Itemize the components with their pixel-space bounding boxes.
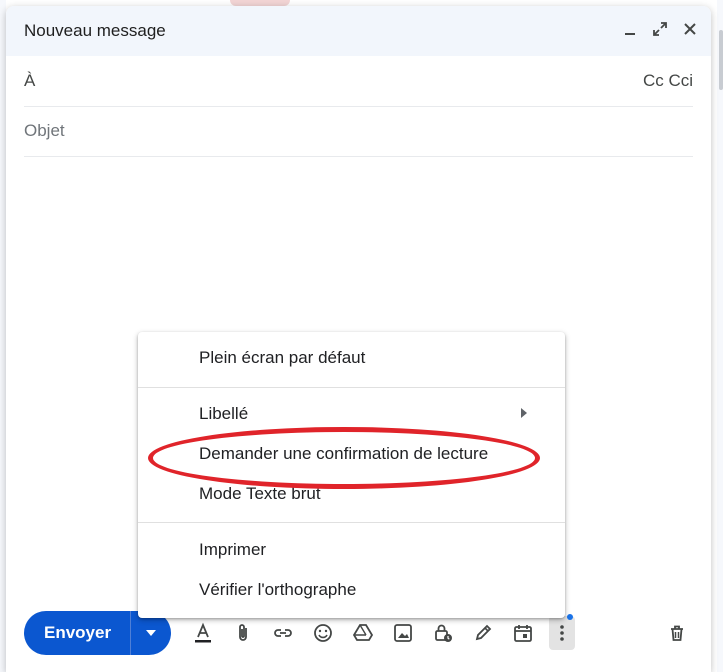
menu-separator [138, 522, 565, 523]
menu-separator [138, 387, 565, 388]
signature-pen-icon[interactable] [463, 615, 503, 651]
menu-item-label: Libellé [199, 404, 249, 423]
emoji-icon[interactable] [303, 615, 343, 651]
menu-item-label: Plein écran par défaut [199, 348, 366, 367]
more-options-menu: Plein écran par défaut Libellé Demander … [138, 332, 565, 618]
attach-icon[interactable] [223, 615, 263, 651]
trash-icon[interactable] [660, 616, 694, 650]
notification-dot [567, 614, 573, 620]
recipients-field[interactable]: À Cc Cci [24, 56, 693, 107]
close-icon[interactable] [681, 21, 699, 41]
background-scrollbar[interactable] [717, 0, 723, 672]
calendar-icon[interactable] [503, 615, 543, 651]
menu-item-spellcheck[interactable]: Vérifier l'orthographe [138, 570, 565, 610]
menu-item-label: Imprimer [199, 540, 267, 559]
subject-field [24, 106, 693, 157]
menu-item-label: Demander une confirmation de lecture [199, 444, 489, 463]
window-controls [621, 21, 699, 42]
compose-header: Nouveau message [6, 6, 711, 56]
link-icon[interactable] [263, 615, 303, 651]
menu-item-plain-text-mode[interactable]: Mode Texte brut [138, 474, 565, 514]
more-options-icon[interactable] [549, 614, 575, 650]
subject-input[interactable] [24, 121, 693, 141]
photo-icon[interactable] [383, 615, 423, 651]
submenu-arrow-icon [521, 407, 527, 421]
menu-item-label: Vérifier l'orthographe [199, 580, 357, 599]
menu-item-read-receipt[interactable]: Demander une confirmation de lecture [138, 434, 565, 474]
text-format-icon[interactable] [183, 615, 223, 651]
menu-item-label: Mode Texte brut [199, 484, 321, 503]
to-label: À [24, 71, 36, 90]
expand-icon[interactable] [651, 21, 669, 42]
formatting-tools [183, 614, 575, 651]
cc-bcc-link[interactable]: Cc Cci [643, 71, 693, 91]
menu-item-print[interactable]: Imprimer [138, 530, 565, 570]
compose-title: Nouveau message [24, 21, 166, 40]
caret-down-icon [146, 630, 156, 636]
send-button[interactable]: Envoyer [24, 611, 130, 655]
drive-icon[interactable] [343, 615, 383, 651]
menu-item-label-submenu[interactable]: Libellé [138, 394, 565, 434]
scrollbar-thumb[interactable] [719, 30, 723, 90]
lock-clock-icon[interactable] [423, 615, 463, 651]
minimize-icon[interactable] [621, 21, 639, 41]
menu-item-fullscreen-default[interactable]: Plein écran par défaut [138, 338, 565, 378]
